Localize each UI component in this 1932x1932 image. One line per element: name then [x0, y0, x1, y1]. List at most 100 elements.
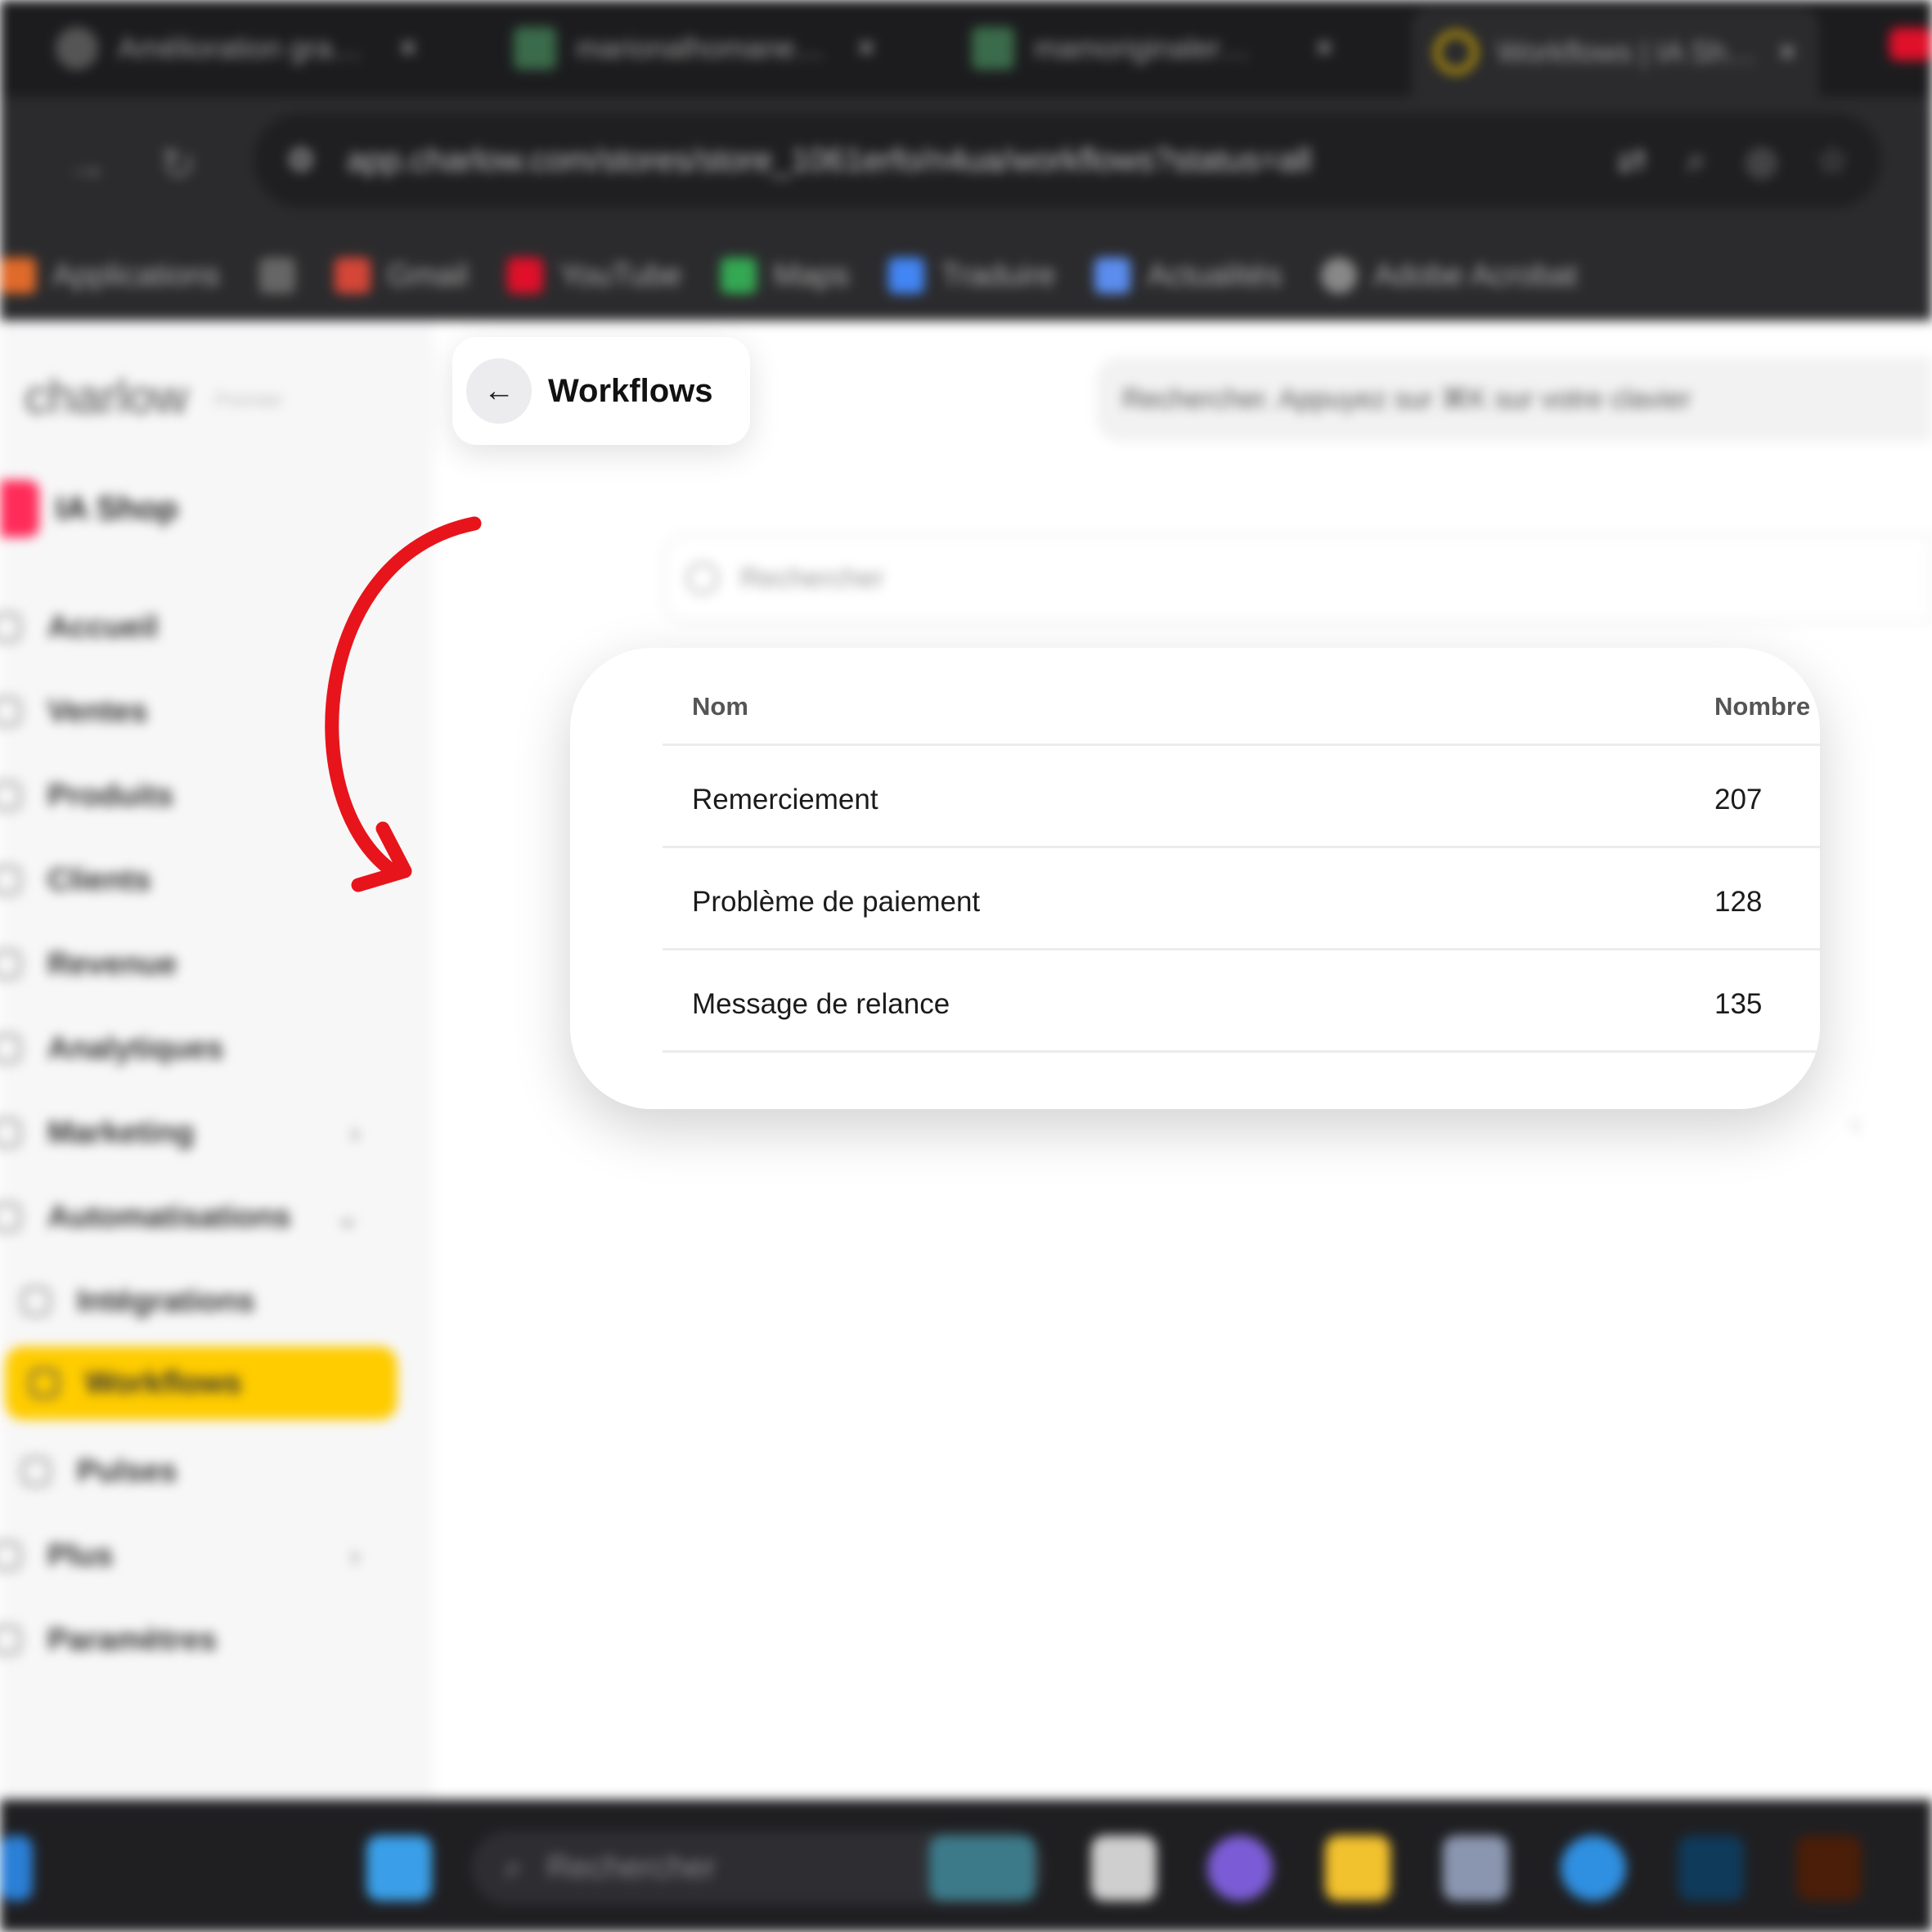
sidebar-item-plus[interactable]: Plus › — [0, 1519, 401, 1593]
grid-icon — [258, 258, 295, 294]
store-switcher[interactable]: IA Shop — [0, 476, 393, 541]
close-icon[interactable]: × — [857, 31, 875, 66]
bookmark-acrobat[interactable]: Adobe Acrobat — [1321, 258, 1578, 294]
gear-icon — [56, 27, 98, 70]
close-icon[interactable]: × — [1315, 31, 1333, 66]
sidebar-item-workflows[interactable]: Workflows — [5, 1346, 398, 1420]
bookmark-maps[interactable]: Maps — [721, 258, 849, 294]
close-icon[interactable]: × — [1778, 35, 1796, 70]
youtube-tab-icon[interactable] — [1889, 28, 1932, 61]
sidebar-item-integrations[interactable]: Intégrations — [0, 1265, 401, 1338]
back-button[interactable]: ← — [466, 358, 532, 424]
task-view-icon[interactable] — [1091, 1835, 1157, 1901]
bookmark-news[interactable]: Actualités — [1094, 258, 1282, 294]
column-header-count[interactable]: Nombre d'exécutions — [1714, 692, 1820, 721]
store-name: IA Shop — [56, 490, 178, 527]
taskbar-search-label: Rechercher — [546, 1849, 717, 1885]
chevron-left-icon[interactable]: ‹ — [1850, 1106, 1861, 1143]
sidebar-item-parametres[interactable]: Paramètres — [0, 1603, 401, 1677]
file-explorer-icon[interactable] — [1325, 1835, 1391, 1901]
browser-tab-bar: Amélioration gra… × marionalhomane… × ma… — [0, 0, 1932, 97]
browser-tab[interactable]: marionalhomane… × — [491, 11, 898, 85]
sidebar-item-analytiques[interactable]: Analytiques — [0, 1012, 401, 1085]
workflow-count: 207 — [1714, 784, 1763, 815]
sidebar-item-label: Produits — [47, 778, 174, 813]
translate-icon[interactable]: ⇄ — [1617, 140, 1647, 182]
sidebar-item-label: Plus — [47, 1538, 114, 1573]
table-row[interactable]: Remerciement 207 — [663, 746, 1820, 848]
zoom-icon[interactable]: ⌕ — [1687, 140, 1707, 182]
sidebar-item-label: Marketing — [47, 1115, 195, 1150]
sidebar-item-ventes[interactable]: Ventes — [0, 675, 401, 748]
bookmark-translate[interactable]: Traduire — [888, 258, 1055, 294]
search-icon: ⌕ — [504, 1849, 523, 1885]
sidebar-item-revenue[interactable]: Revenue — [0, 928, 401, 1001]
sidebar-item-label: Paramètres — [47, 1622, 218, 1657]
bookmark-youtube[interactable]: YouTube — [507, 258, 681, 294]
sidebar-item-label: Revenue — [47, 946, 177, 982]
sidebar-item-automatisations[interactable]: Automatisations ⌄ — [0, 1180, 401, 1254]
chevron-right-icon: › — [350, 1116, 360, 1149]
sidebar-item-marketing[interactable]: Marketing › — [0, 1096, 401, 1170]
loading-icon — [1435, 31, 1477, 74]
global-search-input[interactable]: Rechercher. Appuyez sur ⌘K sur votre cla… — [1096, 357, 1932, 442]
sidebar-item-label: Clients — [47, 862, 151, 897]
doc-icon — [972, 27, 1014, 70]
workflow-name: Remerciement — [692, 784, 878, 815]
close-icon[interactable]: × — [399, 31, 417, 66]
address-bar[interactable]: ⚙ app.charlow.com/stores/store_1061erfo/… — [254, 113, 1881, 208]
browser-tab-active[interactable]: Workflows | IA Sh… × — [1412, 8, 1820, 97]
forward-icon[interactable]: → — [65, 141, 108, 190]
sidebar: charlow Premier IA Shop Accueil Ventes P… — [0, 321, 434, 1799]
more-icon — [0, 1541, 21, 1570]
bookmark-label: Actualités — [1147, 258, 1283, 293]
site-settings-icon[interactable]: ⚙ — [286, 142, 316, 179]
sidebar-item-produits[interactable]: Produits — [0, 759, 401, 833]
analytics-icon — [0, 1034, 21, 1063]
bookmark-grid[interactable] — [258, 258, 295, 294]
tab-label: Amélioration gra… — [118, 31, 362, 65]
bookmark-gmail[interactable]: Gmail — [334, 258, 469, 294]
bookmark-label: Gmail — [386, 258, 469, 293]
global-search-placeholder: Rechercher. Appuyez sur ⌘K sur votre cla… — [1122, 384, 1692, 415]
table-row[interactable]: Message de relance 135 — [663, 950, 1820, 1053]
settings-icon — [0, 1625, 21, 1655]
table-row[interactable]: Problème de paiement 128 — [663, 848, 1820, 950]
bookmarks-bar: Applications Gmail YouTube Maps Traduire… — [0, 231, 1932, 321]
app-icon[interactable] — [1443, 1835, 1508, 1901]
url-text[interactable]: app.charlow.com/stores/store_1061erfo/n4… — [347, 142, 1586, 179]
workflow-count: 128 — [1714, 886, 1763, 918]
bookmark-label: Applications — [52, 258, 220, 293]
chat-icon[interactable] — [1207, 1835, 1273, 1901]
sidebar-item-clients[interactable]: Clients — [0, 843, 401, 917]
widgets-icon[interactable] — [0, 1835, 33, 1901]
sales-icon — [0, 697, 21, 726]
column-header-name[interactable]: Nom — [692, 692, 748, 721]
sidebar-item-accueil[interactable]: Accueil — [0, 591, 401, 664]
illustrator-icon[interactable] — [1796, 1835, 1862, 1901]
workflow-search-input[interactable]: Rechercher — [663, 533, 1932, 623]
brand-logo[interactable]: charlow — [25, 370, 188, 425]
workflow-name: Message de relance — [692, 988, 950, 1020]
table-header: Nom Nombre d'exécutions — [663, 648, 1820, 746]
photoshop-icon[interactable] — [1678, 1835, 1744, 1901]
bookmark-applications[interactable]: Applications — [0, 258, 220, 294]
hide-icon[interactable]: ◎ — [1746, 140, 1777, 182]
reload-icon[interactable]: ↻ — [160, 141, 196, 190]
os-taskbar: ⌕ Rechercher — [0, 1799, 1932, 1932]
product-icon — [0, 781, 21, 811]
start-menu-icon[interactable] — [366, 1835, 432, 1901]
bookmark-label: Adobe Acrobat — [1373, 258, 1578, 293]
workflows-table-card: Nom Nombre d'exécutions Remerciement 207… — [570, 648, 1820, 1109]
browser-icon[interactable] — [1561, 1835, 1626, 1901]
browser-tab[interactable]: mamoriginaler… × — [949, 11, 1356, 85]
star-icon[interactable]: ☆ — [1817, 140, 1849, 182]
gmail-icon — [334, 258, 371, 294]
sidebar-item-pulses[interactable]: Pulses — [0, 1435, 401, 1508]
browser-tab[interactable]: Amélioration gra… × — [33, 11, 440, 85]
workflow-count: 135 — [1714, 988, 1763, 1020]
chevron-right-icon: › — [350, 1539, 360, 1572]
home-icon — [0, 613, 21, 642]
workflow-name: Problème de paiement — [692, 886, 981, 918]
pulse-icon — [21, 1457, 51, 1486]
